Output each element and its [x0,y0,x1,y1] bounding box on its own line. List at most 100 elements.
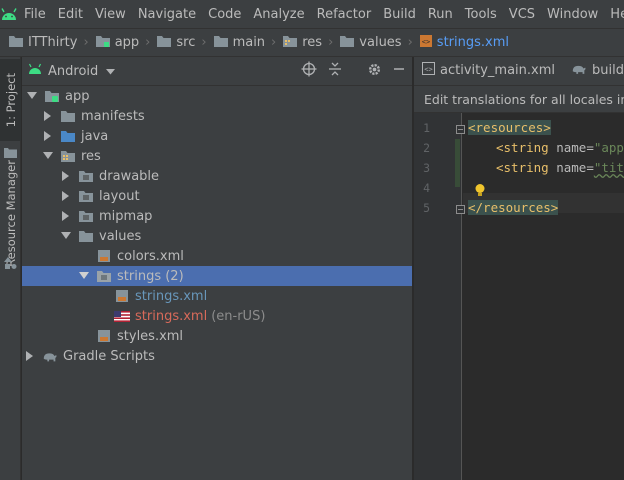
tree-item-label: styles.xml [117,328,184,344]
menu-tools[interactable]: Tools [459,0,503,29]
tree-item-label: strings.xml [135,288,208,304]
project-panel: Android app manifests java res drawable … [22,57,413,480]
breadcrumb-src[interactable]: src › [156,34,212,52]
tab-build-gradle[interactable]: build.g [563,57,624,85]
chevron-right-icon: › [328,35,334,50]
menu-analyze[interactable]: Analyze [247,0,310,29]
tree-item-gradle-scripts[interactable]: Gradle Scripts [22,346,412,366]
line-number: 1 [423,121,430,135]
folder-icon [156,34,172,52]
folder-icon [78,208,94,224]
chevron-right-icon[interactable] [60,210,72,222]
project-tree: app manifests java res drawable layout m… [22,86,412,366]
chevron-right-icon[interactable] [60,170,72,182]
lightbulb-icon[interactable] [474,183,486,201]
folder-icon [60,108,76,124]
xml-tag: </resources> [468,200,559,215]
tree-item-values[interactable]: values [22,226,412,246]
chevron-down-icon[interactable] [78,270,90,282]
chevron-right-icon[interactable] [42,110,54,122]
line-number: 2 [423,141,430,155]
breadcrumb-res[interactable]: res › [282,34,339,52]
chevron-right-icon: › [145,35,151,50]
gradle-elephant-icon [42,348,58,364]
breadcrumb-app[interactable]: app › [95,34,157,52]
breadcrumb-main[interactable]: main › [213,34,283,52]
tab-activity-main-xml[interactable]: <> activity_main.xml [414,57,563,85]
chevron-down-icon[interactable] [42,150,54,162]
chevron-right-icon[interactable] [24,350,36,362]
menu-window[interactable]: Window [541,0,604,29]
tree-item-manifests[interactable]: manifests [22,106,412,126]
menu-file[interactable]: File [18,0,52,29]
menu-code[interactable]: Code [202,0,247,29]
tree-item-app[interactable]: app [22,86,412,106]
code-editor[interactable]: 1 2 3 4 5 <resources> <string name="app_… [414,113,624,480]
menu-build[interactable]: Build [377,0,422,29]
layout-file-icon: <> [422,62,435,79]
hide-panel-icon[interactable] [392,62,406,80]
xml-tag: <string [496,140,549,155]
svg-text:<>: <> [422,38,430,46]
xml-attribute: name= [556,140,594,155]
code-line-5: </resources> [468,200,559,215]
menu-refactor[interactable]: Refactor [311,0,378,29]
tree-item-styles-xml[interactable]: styles.xml [22,326,412,346]
line-number: 5 [423,201,430,215]
tree-item-strings-xml[interactable]: strings.xml [22,286,412,306]
line-number: 3 [423,161,430,175]
xml-file-icon: <> [419,34,433,52]
tool-window-project-tab[interactable]: 1: Project [0,59,21,141]
tree-item-layout[interactable]: layout [22,186,412,206]
chevron-down-icon[interactable] [26,90,38,102]
gear-icon[interactable] [367,62,382,81]
tree-item-java[interactable]: java [22,126,412,146]
tree-item-strings-group[interactable]: strings (2) [22,266,412,286]
chevron-right-icon[interactable] [42,130,54,142]
tree-item-colors-xml[interactable]: colors.xml [22,246,412,266]
tree-item-label: values [99,228,142,244]
tool-window-strip: 1: Project Resource Manager [0,57,21,480]
breadcrumb-project[interactable]: ITThirty › [8,34,95,52]
menu-vcs[interactable]: VCS [503,0,541,29]
line-number: 4 [423,181,430,195]
breadcrumb-label: main [232,35,266,50]
project-view-selector[interactable]: Android [48,64,98,79]
chevron-down-icon[interactable] [60,230,72,242]
tree-item-res[interactable]: res [22,146,412,166]
collapse-all-icon[interactable] [327,61,343,81]
tree-item-mipmap[interactable]: mipmap [22,206,412,226]
tree-item-label: drawable [99,168,160,184]
xml-file-icon [96,248,112,264]
chevron-right-icon[interactable] [60,190,72,202]
resource-folder-icon [282,34,298,52]
tree-item-drawable[interactable]: drawable [22,166,412,186]
editor-area: <> activity_main.xml build.g Edit transl… [414,57,624,480]
breadcrumb-strings-xml[interactable]: <> strings.xml [419,34,509,52]
fold-marker-icon[interactable] [456,203,465,218]
breadcrumb-label: values [359,35,402,50]
locate-file-icon[interactable] [301,61,317,81]
xml-file-icon [114,288,130,304]
source-folder-icon [60,128,76,144]
chevron-right-icon: › [201,35,207,50]
breadcrumb-label: res [302,35,323,50]
tree-item-label: layout [99,188,140,204]
gradle-elephant-icon [571,63,587,79]
menu-help[interactable]: Help [604,0,624,29]
us-flag-icon [114,308,130,324]
tree-item-strings-xml-en-rus[interactable]: strings.xml (en-rUS) [22,306,412,326]
code-line-2: <string name="app_ [496,140,624,155]
folder-icon [96,268,112,284]
tab-label: activity_main.xml [440,63,556,78]
project-folder-icon [4,147,17,160]
menu-edit[interactable]: Edit [52,0,89,29]
breadcrumb-values[interactable]: values › [339,34,419,52]
menu-run[interactable]: Run [422,0,459,29]
chevron-down-icon[interactable] [106,64,116,79]
tool-window-resource-manager-tab[interactable]: Resource Manager [0,160,21,267]
folder-icon [78,168,94,184]
menu-navigate[interactable]: Navigate [132,0,202,29]
menu-view[interactable]: View [89,0,132,29]
fold-marker-icon[interactable] [456,123,465,138]
